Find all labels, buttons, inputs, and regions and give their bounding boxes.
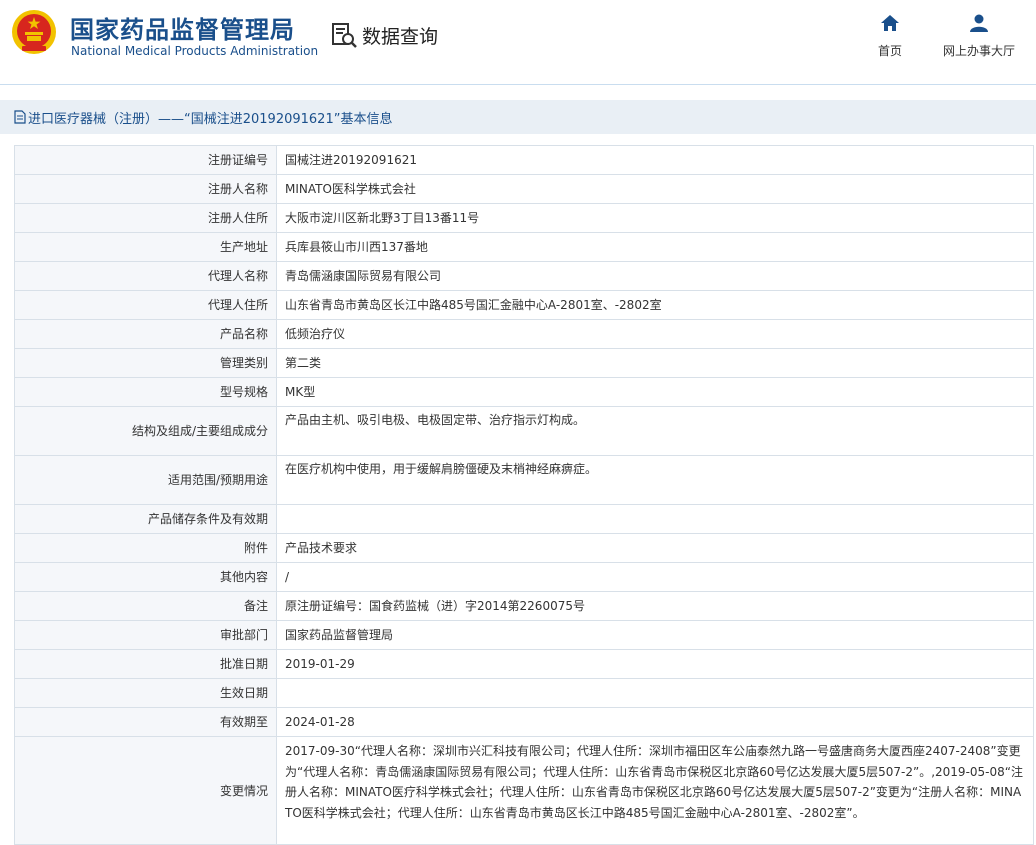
table-row: 型号规格 MK型 bbox=[14, 377, 1034, 407]
row-label: 有效期至 bbox=[14, 707, 277, 737]
national-emblem-icon bbox=[12, 10, 56, 54]
table-row: 产品名称 低频治疗仪 bbox=[14, 319, 1034, 349]
row-label: 生效日期 bbox=[14, 678, 277, 708]
row-label: 生产地址 bbox=[14, 232, 277, 262]
registration-info-table: 注册证编号 国械注进20192091621 注册人名称 MINATO医科学株式会… bbox=[14, 145, 1034, 845]
row-label: 注册人住所 bbox=[14, 203, 277, 233]
row-label: 变更情况 bbox=[14, 736, 277, 845]
row-label: 批准日期 bbox=[14, 649, 277, 679]
nav-home[interactable]: 首页 bbox=[870, 14, 910, 59]
row-label: 附件 bbox=[14, 533, 277, 563]
table-row: 其他内容 / bbox=[14, 562, 1034, 592]
table-row: 备注 原注册证编号：国食药监械（进）字2014第2260075号 bbox=[14, 591, 1034, 621]
row-label: 审批部门 bbox=[14, 620, 277, 650]
data-query-link[interactable]: 数据查询 bbox=[330, 20, 438, 50]
page-title-bar: 进口医疗器械（注册）——“国械注进20192091621”基本信息 bbox=[0, 100, 1036, 134]
nav-online-office[interactable]: 网上办事大厅 bbox=[934, 14, 1024, 59]
table-row: 注册人名称 MINATO医科学株式会社 bbox=[14, 174, 1034, 204]
home-icon bbox=[881, 15, 899, 31]
nav-home-label: 首页 bbox=[877, 44, 902, 58]
table-row: 注册证编号 国械注进20192091621 bbox=[14, 145, 1034, 175]
row-value: 2024-01-28 bbox=[276, 707, 1034, 737]
row-value: 国械注进20192091621 bbox=[276, 145, 1034, 175]
table-row: 附件 产品技术要求 bbox=[14, 533, 1034, 563]
table-row: 有效期至 2024-01-28 bbox=[14, 707, 1034, 737]
row-label: 管理类别 bbox=[14, 348, 277, 378]
table-row: 变更情况 2017-09-30“代理人名称：深圳市兴汇科技有限公司；代理人住所：… bbox=[14, 736, 1034, 845]
brand-name-en: National Medical Products Administration bbox=[71, 44, 319, 58]
row-value: 低频治疗仪 bbox=[276, 319, 1034, 349]
table-row: 产品储存条件及有效期 bbox=[14, 504, 1034, 534]
row-value: 山东省青岛市黄岛区长江中路485号国汇金融中心A-2801室、-2802室 bbox=[276, 290, 1034, 320]
table-row: 生效日期 bbox=[14, 678, 1034, 708]
table-row: 代理人名称 青岛儒涵康国际贸易有限公司 bbox=[14, 261, 1034, 291]
row-value-change-history: 2017-09-30“代理人名称：深圳市兴汇科技有限公司；代理人住所：深圳市福田… bbox=[276, 736, 1034, 845]
row-value: 国家药品监督管理局 bbox=[276, 620, 1034, 650]
row-label: 结构及组成/主要组成成分 bbox=[14, 406, 277, 456]
table-row: 生产地址 兵库县筱山市川西137番地 bbox=[14, 232, 1034, 262]
row-label: 适用范围/预期用途 bbox=[14, 455, 277, 505]
row-value bbox=[276, 504, 1034, 534]
table-row: 代理人住所 山东省青岛市黄岛区长江中路485号国汇金融中心A-2801室、-28… bbox=[14, 290, 1034, 320]
row-label: 注册人名称 bbox=[14, 174, 277, 204]
row-label: 备注 bbox=[14, 591, 277, 621]
table-row: 结构及组成/主要组成成分 产品由主机、吸引电极、电极固定带、治疗指示灯构成。 bbox=[14, 406, 1034, 456]
search-document-icon bbox=[332, 23, 357, 48]
data-query-label: 数据查询 bbox=[362, 25, 439, 48]
row-value: 第二类 bbox=[276, 348, 1034, 378]
row-value: MINATO医科学株式会社 bbox=[276, 174, 1034, 204]
row-label: 产品名称 bbox=[14, 319, 277, 349]
row-value: 兵库县筱山市川西137番地 bbox=[276, 232, 1034, 262]
row-label: 其他内容 bbox=[14, 562, 277, 592]
row-value bbox=[276, 678, 1034, 708]
row-label: 代理人住所 bbox=[14, 290, 277, 320]
site-header: 国家药品监督管理局 National Medical Products Admi… bbox=[0, 0, 1036, 85]
row-value: 青岛儒涵康国际贸易有限公司 bbox=[276, 261, 1034, 291]
table-row: 审批部门 国家药品监督管理局 bbox=[14, 620, 1034, 650]
brand-name-cn: 国家药品监督管理局 bbox=[70, 16, 295, 44]
row-value: / bbox=[276, 562, 1034, 592]
row-label: 注册证编号 bbox=[14, 145, 277, 175]
row-value: 大阪市淀川区新北野3丁目13番11号 bbox=[276, 203, 1034, 233]
table-row: 适用范围/预期用途 在医疗机构中使用，用于缓解肩膀僵硬及末梢神经麻痹症。 bbox=[14, 455, 1034, 505]
page-title: 进口医疗器械（注册）——“国械注进20192091621”基本信息 bbox=[28, 111, 393, 127]
user-icon bbox=[970, 14, 988, 32]
row-label: 代理人名称 bbox=[14, 261, 277, 291]
row-label: 产品储存条件及有效期 bbox=[14, 504, 277, 534]
table-row: 批准日期 2019-01-29 bbox=[14, 649, 1034, 679]
row-value: 在医疗机构中使用，用于缓解肩膀僵硬及末梢神经麻痹症。 bbox=[276, 455, 1034, 505]
row-value: 产品由主机、吸引电极、电极固定带、治疗指示灯构成。 bbox=[276, 406, 1034, 456]
row-value: 产品技术要求 bbox=[276, 533, 1034, 563]
table-row: 管理类别 第二类 bbox=[14, 348, 1034, 378]
document-icon bbox=[14, 110, 26, 124]
row-value: MK型 bbox=[276, 377, 1034, 407]
nav-online-office-label: 网上办事大厅 bbox=[942, 44, 1015, 58]
row-value: 原注册证编号：国食药监械（进）字2014第2260075号 bbox=[276, 591, 1034, 621]
row-value: 2019-01-29 bbox=[276, 649, 1034, 679]
table-row: 注册人住所 大阪市淀川区新北野3丁目13番11号 bbox=[14, 203, 1034, 233]
row-label: 型号规格 bbox=[14, 377, 277, 407]
